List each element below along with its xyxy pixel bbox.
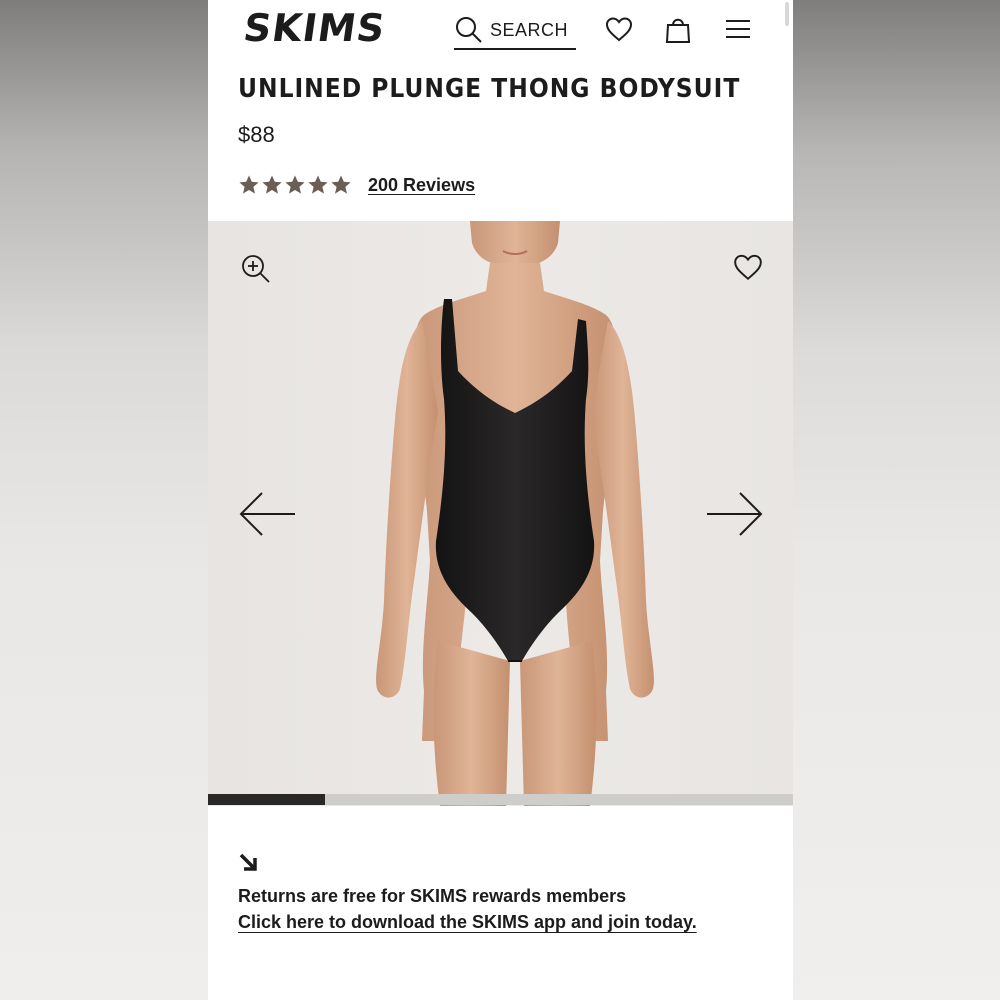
arrow-left-icon[interactable] bbox=[238, 489, 298, 539]
download-app-link[interactable]: Click here to download the SKIMS app and… bbox=[238, 912, 697, 933]
product-image-gallery[interactable] bbox=[208, 221, 793, 806]
product-title: UNLINED PLUNGE THONG BODYSUIT bbox=[238, 74, 741, 104]
skims-logo[interactable]: SKIMS bbox=[241, 6, 388, 50]
zoom-in-icon[interactable] bbox=[240, 253, 272, 285]
star-icon bbox=[239, 175, 259, 194]
reviews-link[interactable]: 200 Reviews bbox=[368, 175, 475, 196]
background-right bbox=[792, 0, 1000, 1000]
star-icon bbox=[262, 175, 282, 194]
arrow-down-right-icon bbox=[239, 853, 257, 871]
site-header: SKIMS SEARCH bbox=[208, 0, 793, 60]
menu-icon[interactable] bbox=[723, 14, 753, 44]
heart-icon[interactable] bbox=[604, 14, 634, 44]
bag-icon[interactable] bbox=[663, 14, 693, 44]
star-icon bbox=[331, 175, 351, 194]
star-icon bbox=[285, 175, 305, 194]
search-label: SEARCH bbox=[490, 19, 569, 40]
search-icon bbox=[456, 17, 482, 43]
product-price: $88 bbox=[238, 122, 275, 147]
gallery-progress-fill bbox=[208, 794, 325, 805]
gallery-progress-bar bbox=[208, 794, 793, 805]
search-button[interactable]: SEARCH bbox=[454, 12, 576, 50]
returns-info-text: Returns are free for SKIMS rewards membe… bbox=[238, 886, 627, 906]
rating-stars bbox=[238, 174, 352, 196]
product-rating[interactable]: 200 Reviews bbox=[238, 174, 475, 196]
background-left bbox=[0, 0, 208, 1000]
star-icon bbox=[308, 175, 328, 194]
mobile-page: SKIMS SEARCH UNLINED PLUNGE THONG BODYSU… bbox=[208, 0, 793, 1000]
arrow-right-icon[interactable] bbox=[704, 489, 764, 539]
wishlist-heart-icon[interactable] bbox=[732, 251, 764, 283]
